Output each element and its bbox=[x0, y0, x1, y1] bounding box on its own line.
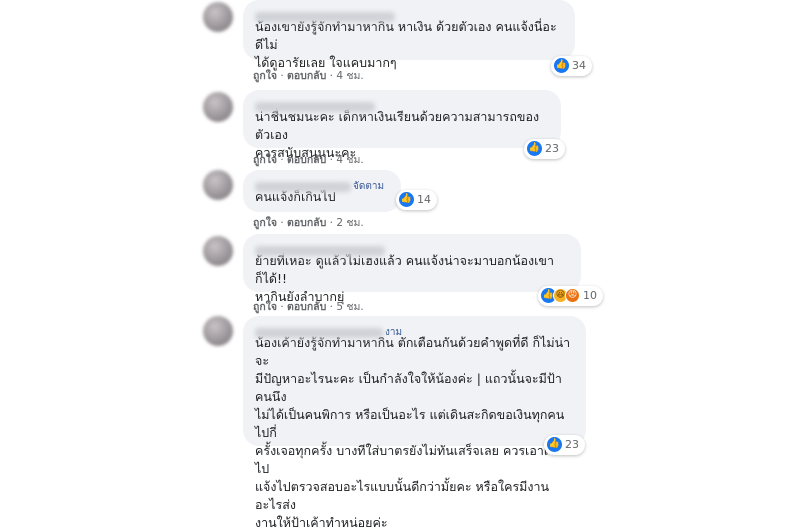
avatar[interactable] bbox=[203, 236, 233, 266]
comment-bubble: ย้ายที่เหอะ ดูแล้วไม่เฮงแล้ว คนแจ้งน่าจะ… bbox=[243, 234, 581, 304]
separator: · bbox=[329, 154, 333, 166]
comment-actions: ถูกใจ · ตอบกลับ · 2 ชม. bbox=[253, 214, 364, 231]
separator: · bbox=[329, 70, 333, 82]
reaction-count: 23 bbox=[545, 142, 559, 155]
comment: น่าชื่นชมนะคะ เด็กหาเงินเรียนด้วยความสาม… bbox=[0, 88, 800, 168]
comment-time[interactable]: 5 ชม. bbox=[336, 301, 363, 313]
comment-bubble: น้องเขายังรู้จักทำมาหากิน หาเงิน ด้วยตัว… bbox=[243, 0, 575, 70]
reaction-summary[interactable]: 👍 34 bbox=[551, 56, 592, 76]
like-icon: 👍 bbox=[554, 57, 569, 73]
avatar[interactable] bbox=[203, 2, 233, 32]
commenter-name[interactable] bbox=[255, 240, 569, 256]
comment-time[interactable]: 4 ชม. bbox=[336, 154, 363, 166]
comment-bubble: งาม น้องเค้ายังรู้จักทำมาหากิน ตักเตือนก… bbox=[243, 316, 586, 530]
reaction-count: 23 bbox=[565, 438, 579, 451]
commenter-name[interactable]: จัดตาม bbox=[255, 176, 389, 192]
comment-thread: น้องเขายังรู้จักทำมาหากิน หาเงิน ด้วยตัว… bbox=[0, 0, 800, 530]
avatar[interactable] bbox=[203, 170, 233, 200]
like-button[interactable]: ถูกใจ bbox=[253, 301, 277, 313]
commenter-name[interactable] bbox=[255, 6, 563, 22]
reaction-count: 14 bbox=[417, 193, 431, 206]
comment-actions: ถูกใจ · ตอบกลับ · 4 ชม. bbox=[253, 151, 364, 168]
like-icon: 👍 bbox=[547, 436, 562, 452]
commenter-name[interactable] bbox=[255, 96, 549, 112]
comment: งาม น้องเค้ายังรู้จักทำมาหากิน ตักเตือนก… bbox=[0, 314, 800, 530]
reaction-summary[interactable]: 👍 14 bbox=[396, 190, 437, 210]
comment-actions: ถูกใจ · ตอบกลับ · 4 ชม. bbox=[253, 67, 364, 84]
separator: · bbox=[280, 154, 284, 166]
separator: · bbox=[280, 301, 284, 313]
reply-button[interactable]: ตอบกลับ bbox=[287, 217, 326, 229]
like-button[interactable]: ถูกใจ bbox=[253, 154, 277, 166]
comment-time[interactable]: 4 ชม. bbox=[336, 70, 363, 82]
separator: · bbox=[329, 301, 333, 313]
like-button[interactable]: ถูกใจ bbox=[253, 217, 277, 229]
reaction-summary[interactable]: 👍 😆 😡 10 bbox=[538, 286, 603, 306]
reply-button[interactable]: ตอบกลับ bbox=[287, 301, 326, 313]
comment: น้องเขายังรู้จักทำมาหากิน หาเงิน ด้วยตัว… bbox=[0, 0, 800, 85]
comment-text: น้องเค้ายังรู้จักทำมาหากิน ตักเตือนกันด้… bbox=[255, 335, 571, 530]
reply-button[interactable]: ตอบกลับ bbox=[287, 70, 326, 82]
angry-icon: 😡 bbox=[565, 287, 580, 303]
comment-text: น้องเขายังรู้จักทำมาหากิน หาเงิน ด้วยตัว… bbox=[255, 19, 557, 70]
reaction-count: 10 bbox=[583, 289, 597, 302]
reaction-count: 34 bbox=[572, 59, 586, 72]
comment: ย้ายที่เหอะ ดูแล้วไม่เฮงแล้ว คนแจ้งน่าจะ… bbox=[0, 232, 800, 315]
comment-bubble: น่าชื่นชมนะคะ เด็กหาเงินเรียนด้วยความสาม… bbox=[243, 90, 561, 160]
like-icon: 👍 bbox=[527, 140, 542, 156]
like-icon: 👍 bbox=[399, 191, 414, 207]
reaction-summary[interactable]: 👍 23 bbox=[544, 435, 585, 455]
like-button[interactable]: ถูกใจ bbox=[253, 70, 277, 82]
commenter-name[interactable]: งาม bbox=[255, 322, 574, 338]
comment-bubble: จัดตาม คนแจ้งก็เกินไป bbox=[243, 170, 401, 212]
separator: · bbox=[280, 217, 284, 229]
comment-time[interactable]: 2 ชม. bbox=[336, 217, 363, 229]
reply-button[interactable]: ตอบกลับ bbox=[287, 154, 326, 166]
comment: จัดตาม คนแจ้งก็เกินไป 👍 14 ถูกใจ · ตอบกลั… bbox=[0, 168, 800, 230]
reaction-summary[interactable]: 👍 23 bbox=[524, 139, 565, 159]
avatar[interactable] bbox=[203, 92, 233, 122]
separator: · bbox=[329, 217, 333, 229]
commenter-name-suffix[interactable]: จัดตาม bbox=[353, 181, 384, 192]
separator: · bbox=[280, 70, 284, 82]
comment-actions: ถูกใจ · ตอบกลับ · 5 ชม. bbox=[253, 298, 364, 315]
avatar[interactable] bbox=[203, 316, 233, 346]
